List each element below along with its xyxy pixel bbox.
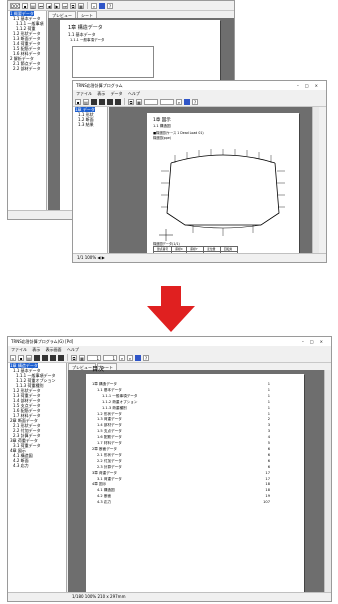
menu-help[interactable]: ヘルプ [67, 347, 79, 352]
top-page-heading: 1章 構造データ [68, 25, 103, 31]
save-icon[interactable]: ▪ [22, 2, 28, 9]
grid-icon[interactable]: ▦ [78, 2, 84, 9]
middle-statusbar: 1/1 100% ◀ ▶ [73, 253, 326, 262]
first-page-icon[interactable] [91, 98, 97, 105]
next-page-icon[interactable] [107, 98, 113, 105]
fit-icon[interactable] [99, 2, 105, 9]
main-window-titlebar: TRNS応答計算プログラム(G) [Pd] –□× [8, 337, 331, 346]
print-icon[interactable]: ▤ [26, 354, 32, 361]
next-page-icon[interactable] [50, 354, 56, 361]
copy-icon[interactable]: ⧉ [70, 2, 76, 9]
print-icon[interactable]: ▤ [83, 98, 89, 105]
zoom-input[interactable] [160, 98, 174, 105]
structure-diagram [159, 149, 285, 241]
last-page-icon[interactable] [115, 98, 121, 105]
main-window-title: TRNS応答計算プログラム(G) [Pd] [11, 339, 74, 344]
middle-page-subcaption: 構造図(ppe) [153, 136, 172, 140]
help-icon[interactable]: ? [192, 98, 198, 105]
middle-window-title: TRNS応答計算プログラム [76, 83, 123, 88]
top-page-subsection: 1.1.1 一般事項データ [70, 38, 105, 42]
tree-item-label: 4.3 応力 [13, 463, 29, 468]
tree-item[interactable]: 1.3 結果 [73, 122, 107, 127]
down-arrow-icon [147, 286, 195, 332]
help-icon[interactable]: ? [107, 2, 113, 9]
middle-vscroll[interactable] [312, 107, 319, 254]
menu-help[interactable]: ヘルプ [128, 91, 140, 96]
menu-display[interactable]: 表示画面 [46, 347, 62, 352]
top-page-table [72, 46, 154, 78]
prev-page-icon[interactable] [42, 354, 48, 361]
zoom-icon[interactable]: ⌕ [91, 2, 97, 9]
toc-title: 目次 [92, 366, 105, 373]
main-menubar: ファイル 表示 表示画面 ヘルプ [8, 346, 331, 353]
menu-view[interactable]: 表示 [97, 91, 105, 96]
tab-preview[interactable]: プレビュー [48, 11, 76, 18]
top-tabs: プレビュー シート [48, 11, 98, 18]
page-input[interactable]: 1 [87, 354, 101, 361]
main-toolbar: ▫ ▪ ▤ ⧉ ▦ 1 1 ⌕ ⌕ ? [8, 353, 331, 363]
save-icon[interactable]: ▪ [18, 354, 24, 361]
menu-data[interactable]: データ [111, 91, 123, 96]
window-controls[interactable]: –□× [297, 81, 324, 90]
first-page-icon[interactable] [34, 354, 40, 361]
zoom-icon[interactable]: ⌕ [176, 98, 182, 105]
print-icon[interactable]: ▤ [30, 2, 36, 9]
prev-page-icon[interactable]: ◀ [46, 2, 52, 9]
window-controls[interactable]: –□× [302, 337, 329, 346]
save-icon[interactable]: ▪ [75, 98, 81, 105]
main-status-text: 1/180 100% 210 x 297mm [72, 594, 126, 599]
grid-icon[interactable]: ▦ [136, 98, 142, 105]
first-page-icon[interactable]: ⏮ [38, 2, 44, 9]
fit-icon[interactable] [184, 98, 190, 105]
prev-page-icon[interactable] [99, 98, 105, 105]
toc-entry[interactable]: 4.3 応力 107 [92, 500, 270, 506]
open-icon[interactable]: ▫ [10, 354, 16, 361]
toc-entry-label: 4.3 応力 [97, 500, 112, 505]
middle-page-section: 1.1 構造図 [153, 124, 171, 128]
main-statusbar: 1/180 100% 210 x 297mm [8, 592, 331, 601]
copy-icon[interactable]: ⧉ [128, 98, 134, 105]
last-page-icon[interactable]: ⏭ [62, 2, 68, 9]
help-icon[interactable]: ? [143, 354, 149, 361]
zoom-in-icon[interactable]: ⌕ [127, 354, 133, 361]
page-input[interactable] [144, 98, 158, 105]
tab-sheet[interactable]: シート [77, 11, 97, 18]
middle-tree-panel[interactable]: 1章 データ 1.1 形状 1.2 断面 1.3 結果 [73, 107, 108, 254]
next-page-icon[interactable]: ▶ [54, 2, 60, 9]
page-count: 1 [103, 354, 117, 361]
table-of-contents: 1章 構造データ 1 1.1 基本データ 1 1.1.1 一般事項データ 1 1.1.2 荷… [92, 382, 270, 506]
tree-item-label: 1.3 結果 [78, 122, 94, 127]
middle-page: 1章 図示 1.1 構造図 ■構造図(ケース 1 Dead Load 01) 構… [147, 113, 299, 254]
toc-entry-page: 107 [263, 500, 270, 505]
middle-page-heading: 1章 図示 [153, 118, 171, 123]
top-window-toolbar: DOC ▪ ▤ ⏮ ◀ ▶ ⏭ ⧉ ▦ ⌕ ? [8, 1, 234, 11]
tree-item[interactable]: 2.2 部材データ [8, 66, 46, 71]
grid-icon[interactable]: ▦ [79, 354, 85, 361]
menu-file[interactable]: ファイル [11, 347, 27, 352]
top-tree-panel[interactable]: 1 概要データ 1.1 基本データ 1.1.1 一般事項 1.1.2 荷重 1.2 形状… [8, 11, 47, 211]
main-tree-panel[interactable]: 1章 構造データ 1.1 基本データ 1.1.1 一般事項データ 1.1.2 荷重オプ… [8, 363, 67, 594]
menu-file[interactable]: ファイル [76, 91, 92, 96]
menu-view[interactable]: 表示 [32, 347, 40, 352]
middle-window: TRNS応答計算プログラム –□× ファイル 表示 データ ヘルプ ▪ ▤ ⧉ … [72, 80, 327, 263]
doc-label: DOC [10, 2, 21, 9]
tree-item-label: 2.2 部材データ [13, 66, 41, 71]
middle-viewer: 1章 図示 1.1 構造図 ■構造図(ケース 1 Dead Load 01) 構… [109, 107, 319, 254]
middle-menubar: ファイル 表示 データ ヘルプ [73, 90, 326, 97]
tree-item[interactable]: 4.3 応力 [8, 463, 66, 468]
middle-toolbar: ▪ ▤ ⧉ ▦ ⌕ ? [73, 97, 326, 107]
main-vscroll[interactable] [324, 370, 331, 594]
last-page-icon[interactable] [58, 354, 64, 361]
zoom-out-icon[interactable]: ⌕ [119, 354, 125, 361]
copy-icon[interactable]: ⧉ [71, 354, 77, 361]
fit-icon[interactable] [135, 354, 141, 361]
middle-window-titlebar: TRNS応答計算プログラム –□× [73, 81, 326, 90]
